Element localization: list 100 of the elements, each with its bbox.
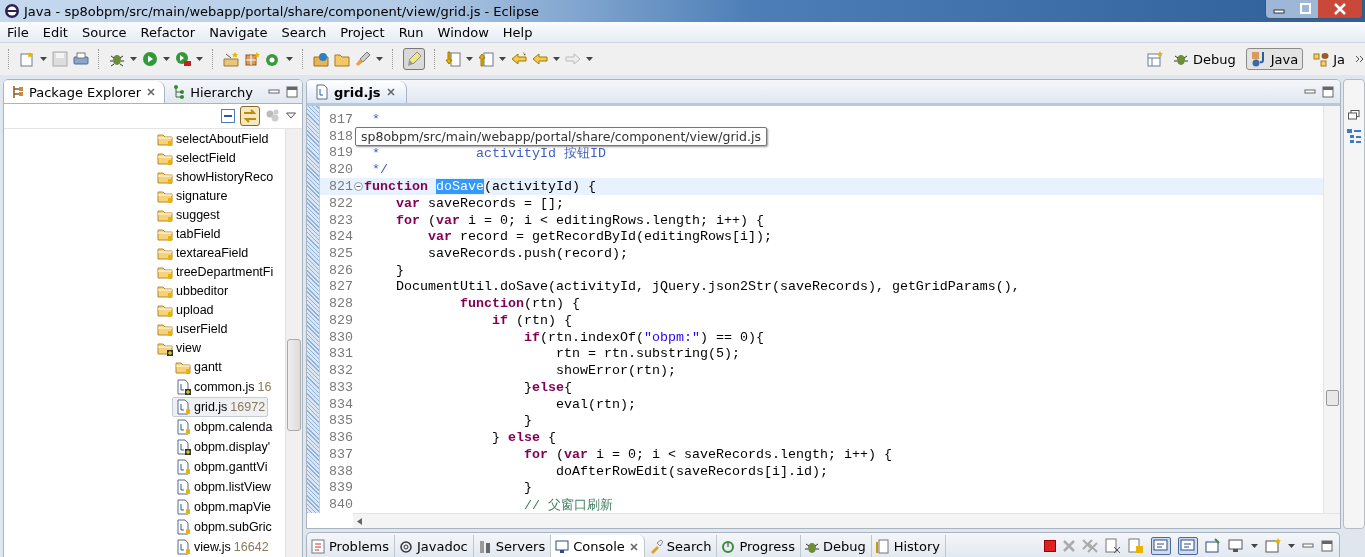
tree-item[interactable]: tabField bbox=[154, 224, 224, 243]
tree-item[interactable]: grid.js 16972 bbox=[172, 397, 269, 417]
tree-item[interactable]: textareaField bbox=[154, 243, 252, 262]
back-icon[interactable] bbox=[532, 51, 548, 67]
view-tab[interactable]: Javadoc bbox=[394, 535, 474, 557]
tree-item[interactable]: suggest bbox=[154, 205, 223, 224]
scrollbar[interactable] bbox=[285, 129, 302, 557]
maximize-icon[interactable] bbox=[1322, 85, 1334, 98]
tree-item[interactable]: obpm.subGric bbox=[172, 517, 275, 537]
highlight-toggle[interactable] bbox=[403, 48, 425, 70]
next-annotation-icon[interactable] bbox=[445, 51, 461, 67]
tree-item[interactable]: obpm.calenda bbox=[172, 417, 276, 437]
tree-item[interactable]: obpm.display' bbox=[172, 437, 274, 457]
menu-item[interactable]: Edit bbox=[35, 24, 75, 40]
collapse-all-icon[interactable] bbox=[221, 109, 235, 123]
menu-item[interactable]: Navigate bbox=[202, 24, 275, 40]
run-icon[interactable] bbox=[142, 51, 158, 67]
menu-item[interactable]: Refactor bbox=[133, 24, 203, 40]
menu-item[interactable]: Run bbox=[391, 24, 431, 40]
editor-tab[interactable]: grid.js bbox=[307, 81, 407, 103]
tree-item[interactable]: selectField bbox=[154, 148, 239, 167]
caret-icon[interactable] bbox=[376, 57, 383, 61]
menu-item[interactable]: Source bbox=[74, 24, 134, 40]
view-tab[interactable]: Debug bbox=[800, 535, 872, 557]
menu-item[interactable]: Help bbox=[495, 24, 540, 40]
new-class-icon[interactable] bbox=[244, 51, 260, 67]
tree-item[interactable]: common.js 16 bbox=[172, 377, 275, 397]
line-number: 839 bbox=[328, 480, 353, 496]
view-tab[interactable]: Hierarchy bbox=[165, 81, 261, 103]
tree-item[interactable]: gantt bbox=[172, 357, 225, 377]
tree-item[interactable]: userField bbox=[154, 319, 231, 338]
horizontal-scrollbar[interactable] bbox=[353, 513, 1340, 528]
tree-item[interactable]: selectAboutField bbox=[154, 129, 272, 148]
pin-console-toggle[interactable] bbox=[1151, 536, 1171, 555]
view-menu-icon[interactable] bbox=[286, 112, 296, 120]
caret-icon[interactable] bbox=[466, 57, 473, 61]
tree-item[interactable]: signature bbox=[154, 186, 231, 205]
tree-item[interactable]: showHistoryReco bbox=[154, 167, 277, 186]
print-icon[interactable] bbox=[73, 51, 89, 67]
open-type-icon[interactable] bbox=[313, 51, 329, 67]
folder-icon[interactable] bbox=[334, 51, 350, 67]
new-console-icon[interactable] bbox=[1265, 537, 1281, 554]
perspective-button[interactable]: Ja bbox=[1308, 48, 1350, 70]
run-tool-icon[interactable] bbox=[175, 51, 191, 67]
caret-icon[interactable] bbox=[586, 57, 593, 61]
remove-icon bbox=[1063, 539, 1075, 552]
menu-item[interactable]: Search bbox=[274, 24, 334, 40]
link-with-editor-toggle[interactable] bbox=[240, 106, 260, 126]
menu-item[interactable]: File bbox=[0, 24, 36, 40]
last-edit-icon[interactable] bbox=[511, 51, 527, 67]
open-console-icon[interactable] bbox=[1205, 537, 1221, 554]
scroll-left-icon[interactable] bbox=[357, 517, 362, 525]
view-tab[interactable]: Search bbox=[644, 535, 718, 557]
perspective-button[interactable]: Java bbox=[1245, 48, 1304, 70]
show-console-toggle[interactable] bbox=[1178, 536, 1198, 555]
caret-icon[interactable] bbox=[1251, 543, 1258, 548]
perspective-button[interactable]: Debug bbox=[1167, 48, 1241, 70]
tree-item[interactable]: treeDepartmentFi bbox=[154, 262, 277, 281]
code-text: DocumentUtil.doSave(activityId, jQuery.json2Str(saveRecords), getGridParams(), bbox=[395, 279, 1020, 295]
view-tab[interactable]: Console bbox=[551, 535, 645, 557]
caret-icon[interactable] bbox=[196, 57, 203, 61]
caret-icon[interactable] bbox=[1288, 543, 1295, 548]
fold-icon[interactable] bbox=[353, 182, 363, 192]
close-icon[interactable] bbox=[146, 87, 157, 97]
close-icon[interactable] bbox=[628, 541, 639, 552]
caret-icon[interactable] bbox=[130, 57, 137, 61]
caret-icon[interactable] bbox=[40, 57, 47, 61]
view-tab[interactable]: History bbox=[871, 535, 946, 557]
caret-icon[interactable] bbox=[286, 57, 293, 61]
view-tab[interactable]: Problems bbox=[307, 535, 395, 557]
display-console-icon[interactable] bbox=[1228, 537, 1244, 554]
clear-console-icon[interactable] bbox=[1105, 537, 1121, 554]
tree-item[interactable]: view.js 16642 bbox=[172, 537, 272, 557]
menu-item[interactable]: Project bbox=[333, 24, 392, 40]
caret-icon[interactable] bbox=[163, 57, 170, 61]
caret-icon[interactable] bbox=[499, 57, 506, 61]
maximize-icon[interactable] bbox=[286, 85, 298, 98]
close-icon[interactable] bbox=[385, 87, 396, 97]
scrollbar[interactable] bbox=[1323, 106, 1340, 513]
brush-icon[interactable] bbox=[355, 51, 371, 67]
more-perspectives-icon[interactable] bbox=[1355, 55, 1365, 63]
tree-item[interactable]: ubbeditor bbox=[154, 281, 232, 300]
tree-item[interactable]: obpm.listView bbox=[172, 477, 274, 497]
stop-icon[interactable] bbox=[1044, 539, 1056, 552]
tree-item[interactable]: view bbox=[154, 338, 204, 357]
close-icon[interactable] bbox=[1318, 0, 1362, 18]
restore-icon[interactable] bbox=[1348, 110, 1360, 120]
maximize-icon[interactable] bbox=[1321, 539, 1333, 552]
tree-item[interactable]: obpm.ganttVi bbox=[172, 457, 271, 477]
tree-item[interactable]: upload bbox=[154, 300, 217, 319]
new-item-icon[interactable] bbox=[265, 51, 281, 67]
tree-item[interactable]: obpm.mapVie bbox=[172, 497, 274, 517]
menu-item[interactable]: Window bbox=[430, 24, 496, 40]
outline-icon[interactable] bbox=[1346, 128, 1362, 144]
view-tab[interactable]: Package Explorer bbox=[4, 81, 166, 103]
caret-icon[interactable] bbox=[553, 57, 560, 61]
open-perspective-icon[interactable] bbox=[1146, 51, 1163, 67]
view-tab[interactable]: Progress bbox=[717, 535, 801, 557]
previous-annotation-icon[interactable] bbox=[478, 51, 494, 67]
new-package-icon[interactable] bbox=[223, 51, 239, 67]
